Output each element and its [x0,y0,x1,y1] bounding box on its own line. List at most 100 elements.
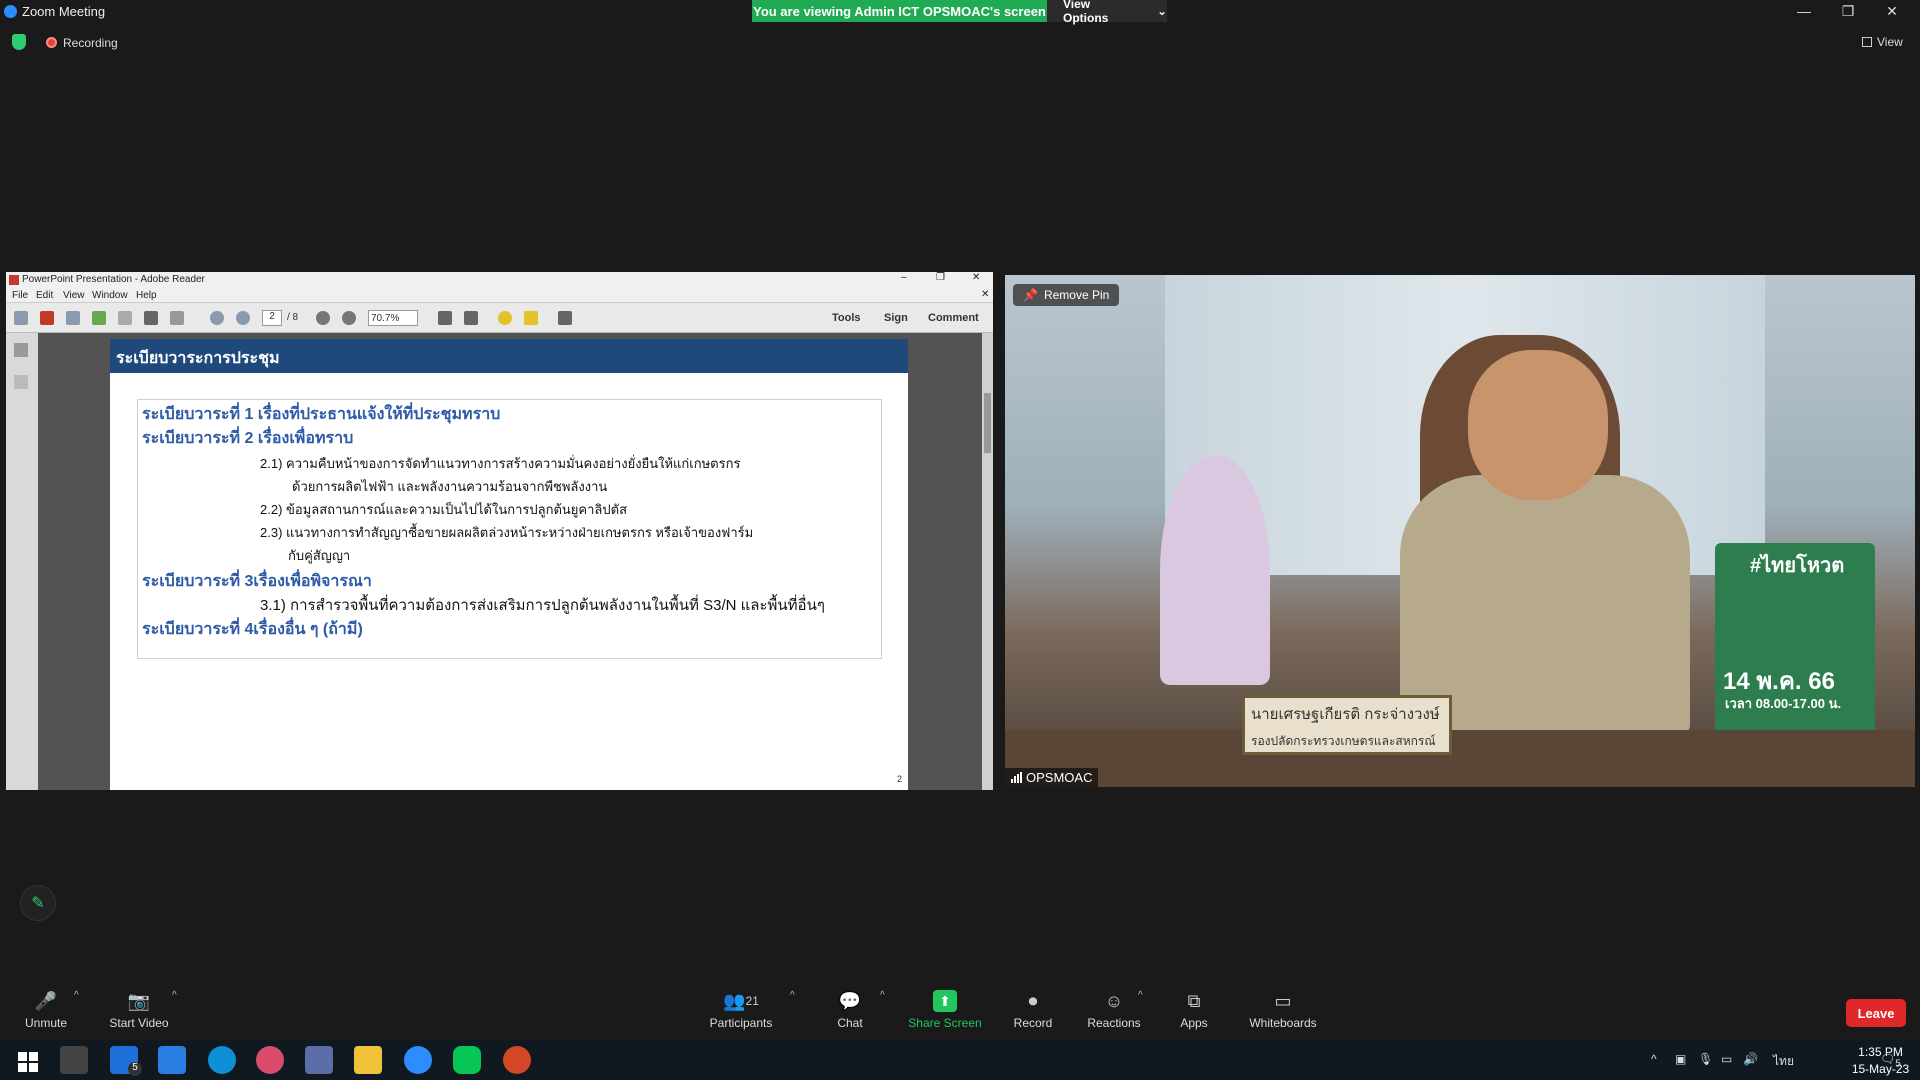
agenda-sub-2-3-cont: กับคู่สัญญา [288,548,351,563]
page-thumbnails-icon[interactable] [14,343,28,357]
unmute-button[interactable]: 🎤 Unmute [18,976,74,1040]
calculator-icon[interactable] [305,1046,333,1074]
whiteboards-button[interactable]: ▭ Whiteboards [1245,976,1321,1040]
highlight-icon[interactable] [524,311,538,325]
close-button[interactable]: ✕ [1870,0,1914,22]
speaker-head [1468,350,1608,500]
record-button[interactable]: ⏺ Record [1010,976,1056,1040]
comment-pane-button[interactable]: Comment [928,312,979,324]
scrollbar-thumb[interactable] [984,393,991,453]
agenda-item-1: ระเบียบวาระที่ 1 เรื่องที่ประธานแจ้งให้ท… [142,406,501,423]
adobe-logo-icon [9,275,19,285]
zoom-app-icon[interactable] [404,1046,432,1074]
file-explorer-icon[interactable] [354,1046,382,1074]
view-button[interactable]: View [1862,35,1903,49]
agenda-sub-2-3: 2.3) แนวทางการทำสัญญาซื้อขายผลผลิตล่วงหน… [260,525,754,540]
participants-options-caret[interactable]: ^ [790,990,795,1001]
adobe-window-title: PowerPoint Presentation - Adobe Reader [22,274,205,285]
agenda-sub-2-2: 2.2) ข้อมูลสถานการณ์และความเป็นไปได้ในกา… [260,502,628,517]
zoom-out-icon[interactable] [316,311,330,325]
agenda-item-3: ระเบียบวาระที่ 3เรื่องเพื่อพิจารณา [142,573,372,590]
reactions-button[interactable]: ☺ Reactions [1085,976,1143,1040]
leave-button[interactable]: Leave [1846,999,1906,1027]
slide-page-number: 2 [896,774,902,784]
create-pdf-icon[interactable] [40,311,54,325]
participant-name-tag: OPSMOAC [1005,768,1099,787]
menu-help[interactable]: Help [136,290,157,301]
zoom-in-icon[interactable] [342,311,356,325]
agenda-item-4: ระเบียบวาระที่ 4เรื่องอื่น ๆ (ถ้ามี) [142,621,363,638]
powerpoint-icon[interactable] [503,1046,531,1074]
pinned-video-tile[interactable]: #ไทยโหวต 14 พ.ค. 66 เวลา 08.00-17.00 น. … [1005,275,1915,787]
chat-options-caret[interactable]: ^ [880,990,885,1001]
whiteboard-icon: ▭ [1274,990,1292,1011]
apps-button[interactable]: ⧉ Apps [1176,976,1212,1040]
task-view-icon[interactable] [60,1046,88,1074]
notifications-icon[interactable]: 🗨5 [1880,1052,1901,1069]
desk [1005,730,1915,787]
fit-page-icon[interactable] [464,311,478,325]
tray-microphone-icon[interactable]: 🎙 [1698,1052,1713,1066]
menu-file[interactable]: File [12,290,28,301]
tray-network-icon[interactable]: ▭ [1721,1052,1732,1066]
chat-button[interactable]: 💬 Chat [830,976,870,1040]
restore-button[interactable]: ❐ [1826,0,1870,22]
page-number-input[interactable]: 2 [262,310,282,326]
tools-pane-button[interactable]: Tools [832,312,861,324]
menu-window[interactable]: Window [92,290,128,301]
record-label: Record [1013,1016,1053,1030]
edge-browser-icon[interactable] [208,1046,236,1074]
annotate-pencil-button[interactable]: ✎ [20,885,56,921]
adobe-minimize-button[interactable]: – [901,272,907,283]
zoom-level-select[interactable]: 70.7% [368,310,418,326]
next-page-icon[interactable] [236,311,250,325]
email-icon[interactable] [170,311,184,325]
agenda-item-2: ระเบียบวาระที่ 2 เรื่องเพื่อทราบ [142,430,354,447]
fit-width-icon[interactable] [438,311,452,325]
paint-icon[interactable] [256,1046,284,1074]
reactions-label: Reactions [1087,1016,1141,1030]
line-app-icon[interactable] [453,1046,481,1074]
windows-start-icon[interactable] [12,1046,40,1074]
remove-pin-button[interactable]: 📌 Remove Pin [1013,284,1120,306]
tray-overflow-icon[interactable]: ^ [1651,1052,1657,1066]
mail-badge: 5 [128,1062,142,1076]
participants-label: Participants [709,1016,773,1030]
audio-options-caret[interactable]: ^ [74,990,79,1001]
agenda-sub-2-1: 2.1) ความคืบหน้าของการจัดทำแนวทางการสร้า… [260,456,741,471]
participant-name: OPSMOAC [1026,770,1093,785]
save-icon[interactable] [118,311,132,325]
print-icon[interactable] [144,311,158,325]
comment-bubble-icon[interactable] [498,311,512,325]
reactions-options-caret[interactable]: ^ [1138,990,1143,1001]
menu-view[interactable]: View [63,290,85,301]
name-plate: นายเศรษฐเกียรติ กระจ่างวงษ์ รองปลัดกระทร… [1242,695,1452,755]
sign-pane-button[interactable]: Sign [884,312,908,324]
menu-edit[interactable]: Edit [36,290,53,301]
view-options-button[interactable]: View Options ⌄ [1047,0,1167,25]
fullscreen-icon[interactable] [558,311,572,325]
security-shield-icon[interactable] [12,34,26,50]
recording-label[interactable]: Recording [63,36,118,50]
pdf-scrollbar[interactable] [982,333,993,790]
share-screen-button[interactable]: ⬆ Share Screen [905,976,985,1040]
adobe-doc-close-button[interactable]: ✕ [981,289,989,300]
adobe-close-button[interactable]: ✕ [972,272,980,283]
minimize-button[interactable]: — [1782,0,1826,22]
attachments-icon[interactable] [14,375,28,389]
video-options-caret[interactable]: ^ [172,990,177,1001]
participants-button[interactable]: 👥 21 Participants [706,976,776,1040]
mail-icon[interactable]: 5 [110,1046,142,1076]
adobe-restore-button[interactable]: ❐ [936,272,945,283]
agenda-sub-2-1-cont: ด้วยการผลิตไฟฟ้า และพลังงานความร้อนจากพื… [292,479,608,494]
tray-volume-icon[interactable]: 🔊 [1743,1052,1758,1066]
calendar-icon[interactable] [158,1046,186,1074]
start-video-button[interactable]: 📷 Start Video [104,976,174,1040]
previous-page-icon[interactable] [210,311,224,325]
edit-icon[interactable] [66,311,80,325]
cloud-upload-icon[interactable] [92,311,106,325]
input-language[interactable]: ไทย [1773,1052,1794,1071]
tray-meet-icon[interactable]: ▣ [1675,1052,1686,1066]
create-icon[interactable] [14,311,28,325]
shared-screen-adobe-reader[interactable]: PowerPoint Presentation - Adobe Reader –… [6,272,993,790]
